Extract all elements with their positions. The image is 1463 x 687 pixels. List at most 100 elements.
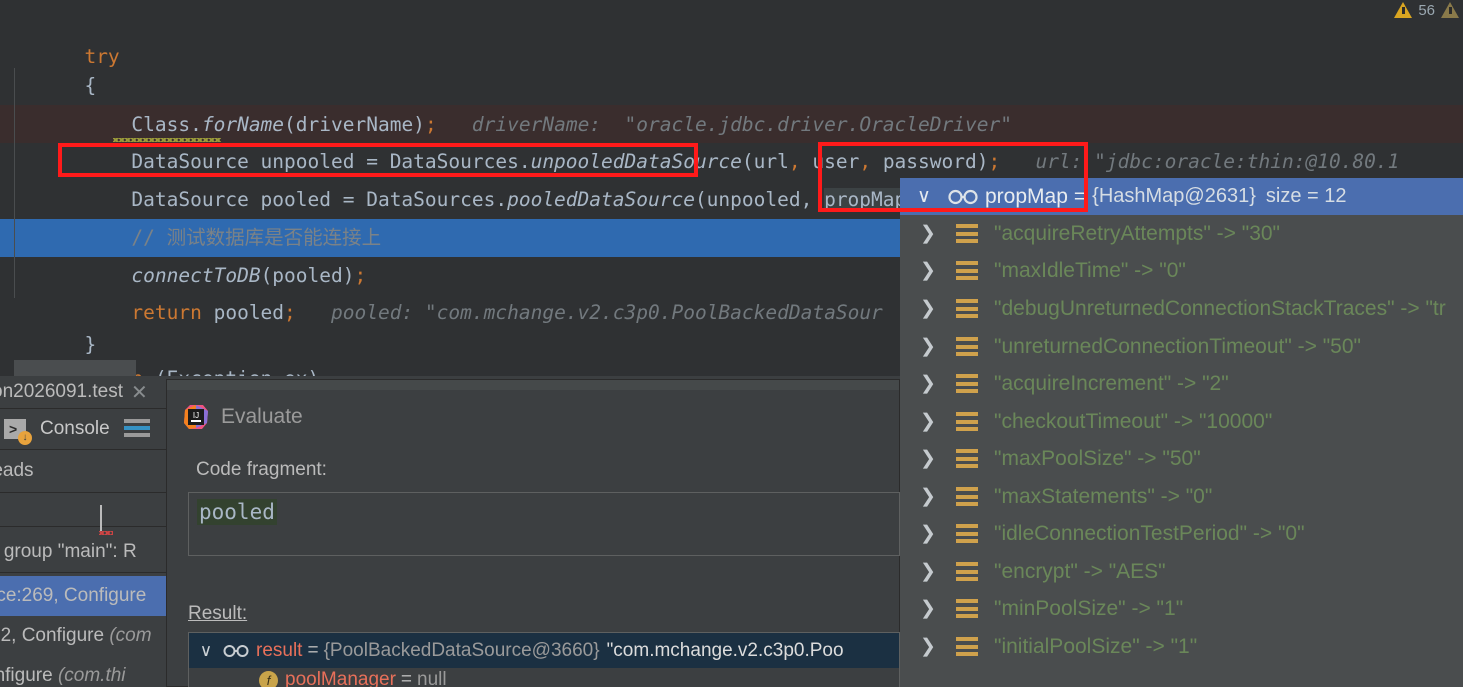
popup-variable-name: propMap: [985, 184, 1068, 208]
map-entry-row[interactable]: ❯ "unreturnedConnectionTimeout" -> "50": [900, 328, 1463, 365]
map-entry-row[interactable]: ❯ "initialPoolSize" -> "1": [900, 628, 1463, 665]
warning-triangle-icon: [1394, 2, 1413, 18]
code-token: return: [84, 301, 202, 324]
warning-count-label: 56: [1418, 1, 1435, 19]
warning-triangle-icon-secondary: [1441, 2, 1459, 18]
map-entry-label: "maxPoolSize" -> "50": [994, 446, 1201, 470]
popup-variable-size: size = 12: [1265, 185, 1347, 207]
popup-variable-type: {HashMap@2631}: [1092, 185, 1256, 207]
chevron-right-icon[interactable]: ❯: [900, 635, 956, 658]
map-entry-icon: [956, 374, 978, 394]
code-line-open-brace: {: [14, 29, 96, 97]
chevron-right-icon[interactable]: ❯: [900, 522, 956, 545]
equals-sign: =: [307, 639, 319, 661]
divider: [0, 572, 166, 573]
map-entry-icon: [956, 487, 978, 507]
chevron-right-icon[interactable]: ❯: [900, 222, 956, 245]
map-entry-row[interactable]: ❯ "acquireRetryAttempts" -> "30": [900, 215, 1463, 252]
dialog-header: IJ Evaluate: [183, 404, 303, 430]
result-variable-type: {PoolBackedDataSource@3660}: [323, 639, 600, 661]
map-entry-icon: [956, 599, 978, 619]
divider: [0, 526, 166, 527]
threads-tab-label: reads: [0, 460, 34, 481]
code-line-chinese-comment: // 测试数据库是否能连接上: [14, 181, 381, 249]
chevron-right-icon[interactable]: ❯: [900, 447, 956, 470]
inline-parameter-hint: pooled: "com.mchange.v2.c3p0.PoolBackedD…: [295, 301, 883, 324]
console-tab[interactable]: > ↓ Console: [0, 409, 166, 449]
code-token: pooled: [201, 301, 285, 324]
folded-code-chip[interactable]: [14, 360, 136, 376]
map-entry-row[interactable]: ❯ "encrypt" -> "AES": [900, 553, 1463, 590]
chevron-right-icon[interactable]: ❯: [900, 410, 956, 433]
inspection-squiggle: [113, 138, 221, 142]
map-entry-label: "idleConnectionTestPeriod" -> "0": [994, 521, 1305, 545]
result-variable-value: "com.mchange.v2.c3p0.Poo: [606, 639, 844, 661]
code-fragment-label: Code fragment:: [196, 459, 327, 480]
code-line-connecttodb: connectToDB(pooled);: [14, 219, 366, 287]
chevron-right-icon[interactable]: ❯: [900, 259, 956, 282]
watch-glasses-icon: [948, 189, 978, 204]
map-entry-row[interactable]: ❯ "debugUnreturnedConnectionStackTraces"…: [900, 290, 1463, 327]
close-icon[interactable]: ✕: [131, 380, 148, 405]
chevron-right-icon[interactable]: ❯: [900, 597, 956, 620]
threads-tab[interactable]: reads: [0, 450, 166, 492]
result-child-row[interactable]: f poolManager = null: [189, 668, 899, 687]
stack-frame-label: rce:269, Configure: [0, 585, 147, 606]
chevron-right-icon[interactable]: ❯: [900, 297, 956, 320]
console-menu-icon[interactable]: [123, 418, 150, 440]
result-variable-name: result: [256, 639, 303, 661]
chevron-right-icon[interactable]: ❯: [900, 485, 956, 508]
map-entry-row[interactable]: ❯ "maxPoolSize" -> "50": [900, 440, 1463, 477]
map-entry-row[interactable]: ❯ "idleConnectionTestPeriod" -> "0": [900, 515, 1463, 552]
console-run-icon: > ↓: [4, 419, 32, 445]
thread-group-selector[interactable]: n group "main": R: [0, 532, 166, 572]
text-caret: [100, 505, 102, 531]
chevron-down-icon[interactable]: ∨: [900, 185, 948, 208]
divider: [0, 492, 166, 493]
code-token: pooledDataSource: [507, 188, 695, 211]
stack-frame-label: 22, Configure: [0, 625, 110, 646]
code-fragment-value: pooled: [197, 499, 277, 525]
result-label: Result:: [188, 603, 247, 625]
code-token: (unpooled,: [694, 188, 825, 211]
stack-frame-row[interactable]: onfigure (com.thi: [0, 656, 166, 687]
stack-frame-package: (com.thi: [57, 665, 126, 686]
popup-root-row[interactable]: ∨ propMap = {HashMap@2631} size = 12: [900, 178, 1463, 215]
dialog-titlebar[interactable]: [167, 380, 899, 390]
map-entry-label: "initialPoolSize" -> "1": [994, 634, 1198, 658]
stack-frame-package: (com: [109, 625, 152, 646]
map-entry-row[interactable]: ❯ "minPoolSize" -> "1": [900, 590, 1463, 627]
inspection-status-widget[interactable]: 56: [1394, 0, 1463, 20]
intellij-idea-logo-icon: IJ: [184, 405, 208, 429]
map-entry-icon: [956, 299, 978, 319]
map-entry-label: "unreturnedConnectionTimeout" -> "50": [994, 334, 1361, 358]
code-line-pooled-datasource: DataSource pooled = DataSources.pooledDa…: [14, 143, 1399, 211]
map-entry-label: "acquireIncrement" -> "2": [994, 371, 1229, 395]
intellij-idea-debugger-screen: try { Class.forName(driverName); driverN…: [0, 0, 1463, 687]
map-entry-label: "minPoolSize" -> "1": [994, 596, 1184, 620]
stack-frame-row[interactable]: rce:269, Configure: [0, 576, 166, 616]
debugger-value-popup[interactable]: ∨ propMap = {HashMap@2631} size = 12 ❯ "…: [900, 178, 1463, 687]
code-line-close-brace: }: [14, 288, 96, 356]
dialog-title: Evaluate: [221, 405, 303, 428]
stack-frame-label: onfigure: [0, 665, 53, 686]
map-entry-row[interactable]: ❯ "acquireIncrement" -> "2": [900, 365, 1463, 402]
map-entry-row[interactable]: ❯ "maxStatements" -> "0": [900, 478, 1463, 515]
tab-label: on2026091.test: [0, 381, 124, 402]
map-entry-row[interactable]: ❯ "checkoutTimeout" -> "10000": [900, 403, 1463, 440]
chevron-right-icon[interactable]: ❯: [900, 335, 956, 358]
code-token: ;: [284, 301, 296, 324]
chevron-right-icon[interactable]: ❯: [900, 560, 956, 583]
result-tree[interactable]: ∨ result = {PoolBackedDataSource@3660} "…: [188, 632, 900, 687]
propmap-identifier[interactable]: propMap: [824, 188, 907, 211]
map-entry-icon: [956, 224, 978, 244]
map-entry-row[interactable]: ❯ "maxIdleTime" -> "0": [900, 252, 1463, 289]
map-entry-icon: [956, 449, 978, 469]
run-configuration-tab[interactable]: on2026091.test ✕: [0, 376, 166, 408]
code-fragment-input[interactable]: pooled: [188, 492, 900, 556]
stack-frame-row[interactable]: 22, Configure (com: [0, 616, 166, 656]
map-entry-icon: [956, 637, 978, 657]
chevron-down-icon[interactable]: ∨: [189, 641, 223, 661]
chevron-right-icon[interactable]: ❯: [900, 372, 956, 395]
result-root-row[interactable]: ∨ result = {PoolBackedDataSource@3660} "…: [189, 633, 899, 668]
